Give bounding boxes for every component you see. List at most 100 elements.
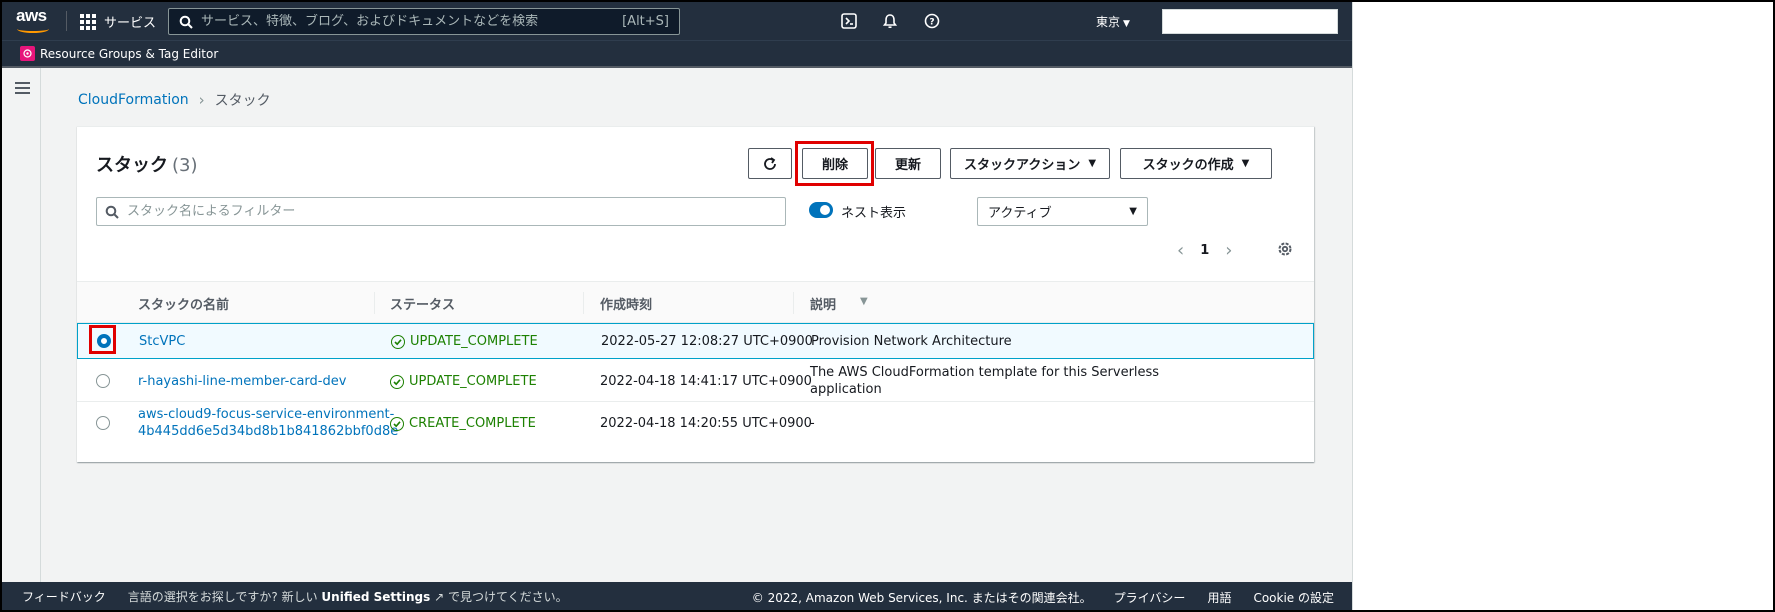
chevron-right-icon[interactable]: › (1225, 240, 1232, 261)
sort-descending-icon[interactable]: ▼ (860, 296, 868, 307)
privacy-link[interactable]: プライバシー (1114, 589, 1186, 606)
grid-icon (80, 13, 96, 30)
stack-filter-input[interactable] (127, 204, 785, 219)
aws-logo[interactable]: aws (16, 6, 52, 33)
panel-title: スタック (3) (96, 151, 198, 177)
pagination: ‹ 1 › (1177, 240, 1232, 261)
column-header-name[interactable]: スタックの名前 (138, 294, 229, 313)
help-icon[interactable]: ? (923, 12, 941, 30)
column-divider (374, 292, 375, 314)
footer-message: 言語の選択をお探しですか? 新しい Unified Settings ↗ で見つ… (128, 588, 568, 605)
refresh-button[interactable] (748, 148, 792, 179)
table-row[interactable]: r-hayashi-line-member-card-dev UPDATE_CO… (77, 360, 1314, 402)
aws-logo-text: aws (16, 6, 47, 25)
stack-status: CREATE_COMPLETE (390, 414, 536, 433)
stack-actions-button[interactable]: スタックアクション ▼ (950, 148, 1110, 179)
stack-name-link[interactable]: StcVPC (139, 332, 185, 351)
check-circle-icon (390, 374, 404, 389)
terminal-icon[interactable] (840, 12, 858, 30)
caret-down-icon: ▼ (1129, 206, 1137, 217)
highlight-box-radio (89, 325, 116, 354)
table-row[interactable]: aws-cloud9-focus-service-environment- 4b… (77, 402, 1314, 444)
footer-links: © 2022, Amazon Web Services, Inc. またはその関… (752, 589, 1334, 606)
services-menu-button[interactable]: サービス (80, 12, 156, 31)
region-selector[interactable]: 東京 ▼ (1096, 13, 1130, 30)
region-label: 東京 (1096, 15, 1121, 29)
resource-groups-icon[interactable] (20, 46, 35, 61)
copyright: © 2022, Amazon Web Services, Inc. またはその関… (751, 591, 1092, 605)
nest-view-toggle[interactable] (809, 202, 833, 218)
breadcrumb: CloudFormation › スタック (78, 90, 271, 110)
caret-down-icon: ▼ (1123, 19, 1130, 29)
chevron-right-icon: › (198, 91, 205, 109)
row-radio[interactable] (96, 374, 110, 388)
stack-description-line2: application (810, 382, 882, 397)
refresh-icon (764, 156, 776, 170)
bell-icon[interactable] (881, 12, 899, 30)
stack-status-text: UPDATE_COMPLETE (410, 334, 538, 349)
page-number[interactable]: 1 (1200, 243, 1209, 258)
row-radio[interactable] (96, 416, 110, 430)
aws-smile-icon (17, 25, 49, 33)
highlight-box-delete (795, 141, 874, 186)
column-header-created[interactable]: 作成時刻 (600, 294, 652, 313)
stack-created-time: 2022-05-27 12:08:27 UTC+0900 (601, 334, 813, 349)
update-button[interactable]: 更新 (875, 148, 941, 179)
create-stack-label: スタックの作成 (1142, 158, 1234, 173)
check-circle-icon (391, 334, 405, 349)
stack-description: - (810, 416, 815, 431)
top-navigation: aws サービス [Alt+S] ? 東京▼ (2, 2, 1352, 40)
stacks-panel: スタック(3) 削除 更新 スタックアクション▼ スタックの作成▼ ネスト表示 … (77, 126, 1314, 462)
caret-down-icon: ▼ (1088, 158, 1097, 169)
footer: フィードバック 言語の選択をお探しですか? 新しい Unified Settin… (2, 582, 1352, 610)
footer-message-tail: で見つけてください。 (447, 589, 568, 604)
nav-divider (66, 11, 67, 31)
cookie-settings-link[interactable]: Cookie の設定 (1253, 589, 1334, 606)
global-search-input[interactable] (201, 14, 623, 29)
favorites-bar: Resource Groups & Tag Editor (2, 40, 1352, 68)
stack-created-time: 2022-04-18 14:20:55 UTC+0900 (600, 416, 812, 431)
check-circle-icon (390, 416, 404, 431)
stack-count: (3) (172, 155, 198, 176)
caret-down-icon: ▼ (1241, 158, 1250, 169)
side-navigation (2, 68, 41, 584)
search-shortcut: [Alt+S] (622, 14, 669, 29)
stack-name-link[interactable]: r-hayashi-line-member-card-dev (138, 372, 346, 391)
column-header-status[interactable]: ステータス (390, 294, 455, 313)
gear-icon[interactable] (1276, 240, 1294, 258)
stack-status: UPDATE_COMPLETE (390, 372, 537, 391)
search-icon (179, 15, 193, 29)
aws-console: aws サービス [Alt+S] ? 東京▼ (2, 2, 1352, 610)
breadcrumb-current: スタック (214, 93, 271, 109)
table-row[interactable]: StcVPC UPDATE_COMPLETE 2022-05-27 12:08:… (77, 323, 1314, 359)
footer-message-text: 言語の選択をお探しですか? 新しい (127, 589, 318, 604)
favorite-link-resource-groups[interactable]: Resource Groups & Tag Editor (40, 47, 218, 61)
column-divider (793, 292, 794, 314)
feedback-link[interactable]: フィードバック (22, 588, 106, 605)
stack-description: Provision Network Architecture (811, 334, 1012, 349)
column-header-description[interactable]: 説明 (810, 294, 836, 313)
table-header: スタックの名前 ステータス 作成時刻 ▼ 説明 (77, 281, 1314, 323)
external-link-icon: ↗ (434, 589, 445, 604)
services-label: サービス (104, 16, 157, 31)
stack-status-text: UPDATE_COMPLETE (409, 374, 537, 389)
create-stack-button[interactable]: スタックの作成 ▼ (1120, 148, 1272, 179)
nest-view-label: ネスト表示 (841, 206, 907, 221)
stack-name-link-line2[interactable]: 4b445dd6e5d34bd8b1b841862bbf0d8e (138, 422, 398, 441)
stack-created-time: 2022-04-18 14:41:17 UTC+0900 (600, 374, 812, 389)
search-icon (105, 205, 119, 219)
global-search[interactable]: [Alt+S] (168, 8, 680, 35)
account-menu[interactable] (1162, 9, 1338, 34)
blank-area (1352, 2, 1773, 610)
unified-settings-link[interactable]: Unified Settings (321, 590, 430, 604)
breadcrumb-cloudformation[interactable]: CloudFormation (78, 92, 189, 108)
menu-icon[interactable] (15, 82, 30, 94)
stack-status-text: CREATE_COMPLETE (409, 416, 536, 431)
status-filter-select[interactable]: アクティブ ▼ (977, 197, 1148, 226)
stack-filter[interactable] (96, 197, 786, 226)
column-divider (583, 292, 584, 314)
chevron-left-icon[interactable]: ‹ (1177, 240, 1184, 261)
panel-title-text: スタック (96, 155, 168, 176)
terms-link[interactable]: 用語 (1207, 589, 1231, 606)
stack-actions-label: スタックアクション (963, 158, 1081, 173)
